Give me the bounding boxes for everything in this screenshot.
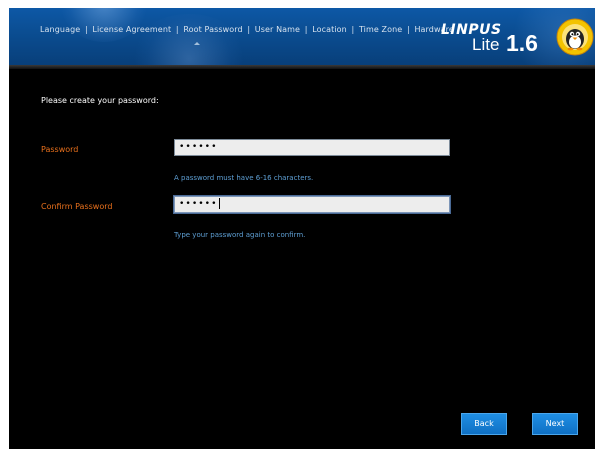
text-caret xyxy=(218,198,220,209)
form-prompt: Please create your password: xyxy=(41,96,159,105)
password-hint: A password must have 6-16 characters. xyxy=(174,174,314,182)
step-license-agreement: License Agreement xyxy=(92,25,172,34)
step-separator: | xyxy=(247,25,251,34)
linpus-penguin-logo-icon xyxy=(556,18,594,56)
step-separator: | xyxy=(351,25,355,34)
current-step-indicator-icon xyxy=(194,42,200,45)
step-time-zone: Time Zone xyxy=(358,25,403,34)
header-glow xyxy=(129,14,249,65)
step-user-name: User Name xyxy=(254,25,301,34)
password-label: Password xyxy=(41,145,79,154)
step-root-password: Root Password xyxy=(183,25,243,34)
installer-window: Language | License Agreement | Root Pass… xyxy=(9,8,595,449)
header-banner: Language | License Agreement | Root Pass… xyxy=(9,8,595,65)
back-button[interactable]: Back xyxy=(461,413,507,435)
step-separator: | xyxy=(175,25,179,34)
step-location: Location xyxy=(312,25,347,34)
confirm-password-value: •••••• xyxy=(179,199,218,209)
step-separator: | xyxy=(84,25,88,34)
brand-edition: Lite xyxy=(472,35,500,54)
header-divider xyxy=(9,65,595,69)
step-language: Language xyxy=(40,25,81,34)
confirm-password-hint: Type your password again to confirm. xyxy=(174,231,306,239)
brand-version: 1.6 xyxy=(506,30,538,56)
step-separator: | xyxy=(304,25,308,34)
next-button[interactable]: Next xyxy=(532,413,578,435)
password-value: •••••• xyxy=(179,142,218,152)
step-breadcrumb: Language | License Agreement | Root Pass… xyxy=(40,25,454,34)
confirm-password-label: Confirm Password xyxy=(41,202,113,211)
confirm-password-input[interactable]: •••••• xyxy=(174,196,450,213)
step-separator: | xyxy=(406,25,410,34)
password-input[interactable]: •••••• xyxy=(174,139,450,156)
